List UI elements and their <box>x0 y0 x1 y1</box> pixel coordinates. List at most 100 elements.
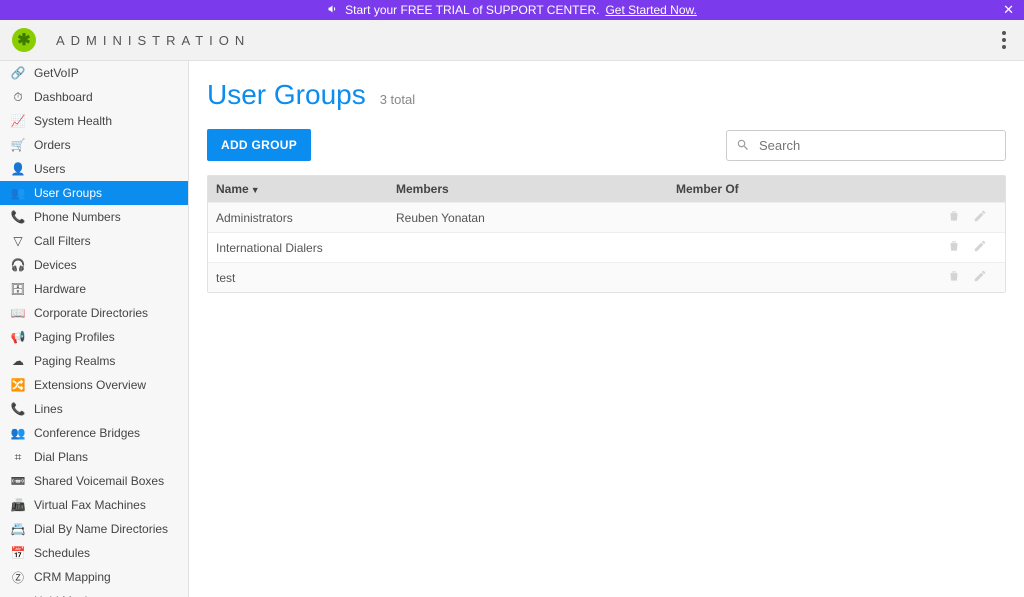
cell-members: Reuben Yonatan <box>388 205 668 231</box>
music-icon: ♫ <box>10 593 26 597</box>
sidebar-item-label: Dial Plans <box>34 450 88 464</box>
z-icon: Ⓩ <box>10 569 26 585</box>
sidebar-item-devices[interactable]: 🎧 Devices <box>0 253 188 277</box>
edit-icon[interactable] <box>973 209 987 226</box>
search-icon <box>736 138 750 152</box>
sidebar-item-schedules[interactable]: 📅Schedules <box>0 541 188 565</box>
sidebar-item-crm-mapping[interactable]: ⓏCRM Mapping <box>0 565 188 589</box>
sidebar-item-paging-profiles[interactable]: 📢 Paging Profiles <box>0 325 188 349</box>
cell-name: Administrators <box>208 205 388 231</box>
sidebar-item-label: Hardware <box>34 282 86 296</box>
megaphone-icon <box>327 3 339 18</box>
col-header-members[interactable]: Members <box>388 176 668 202</box>
sidebar-item-dashboard[interactable]: ⏱ Dashboard <box>0 85 188 109</box>
sidebar-item-label: Phone Numbers <box>34 210 121 224</box>
table-row[interactable]: International Dialers <box>208 232 1005 262</box>
filter-icon: ▽ <box>10 233 26 249</box>
table-row[interactable]: AdministratorsReuben Yonatan <box>208 202 1005 232</box>
sidebar-item-orders[interactable]: 🛒 Orders <box>0 133 188 157</box>
sidebar-item-user-groups[interactable]: 👥 User Groups <box>0 181 188 205</box>
server-icon: 🗄 <box>10 281 26 297</box>
sidebar-item-label: Dial By Name Directories <box>34 522 168 536</box>
megaphone-icon: 📢 <box>10 329 26 345</box>
brand-text: ADMINISTRATION <box>56 33 250 48</box>
gauge-icon: ⏱ <box>10 89 26 105</box>
main-content: User Groups 3 total ADD GROUP Name▼ Memb… <box>189 61 1024 597</box>
phone-icon: 📞 <box>10 401 26 417</box>
sidebar-item-label: User Groups <box>34 186 102 200</box>
fax-icon: 📠 <box>10 497 26 513</box>
sidebar-item-hold-music[interactable]: ♫Hold Music <box>0 589 188 597</box>
book-icon: 📖 <box>10 305 26 321</box>
sidebar-item-dial-by-name-directories[interactable]: 📇 Dial By Name Directories <box>0 517 188 541</box>
sidebar-item-label: System Health <box>34 114 112 128</box>
sidebar-item-label: Corporate Directories <box>34 306 148 320</box>
sidebar-item-getvoip[interactable]: 🔗GetVoIP <box>0 61 188 85</box>
sidebar-item-label: Paging Realms <box>34 354 115 368</box>
sidebar-item-virtual-fax-machines[interactable]: 📠 Virtual Fax Machines <box>0 493 188 517</box>
sort-caret-icon: ▼ <box>251 185 260 195</box>
banner-cta-link[interactable]: Get Started Now. <box>605 3 696 17</box>
cell-members <box>388 242 668 254</box>
search-input[interactable] <box>726 130 1006 161</box>
cart-icon: 🛒 <box>10 137 26 153</box>
sidebar-item-label: Lines <box>34 402 63 416</box>
sidebar-item-label: Paging Profiles <box>34 330 115 344</box>
directory-icon: 📇 <box>10 521 26 537</box>
add-group-button[interactable]: ADD GROUP <box>207 129 311 161</box>
table-header-row: Name▼ Members Member Of <box>208 176 1005 202</box>
link-icon: 🔗 <box>10 65 26 81</box>
sidebar-item-shared-voicemail-boxes[interactable]: 📼 Shared Voicemail Boxes <box>0 469 188 493</box>
sidebar-item-corporate-directories[interactable]: 📖 Corporate Directories <box>0 301 188 325</box>
sidebar-item-label: Orders <box>34 138 71 152</box>
sidebar-item-hardware[interactable]: 🗄 Hardware <box>0 277 188 301</box>
sidebar-item-dial-plans[interactable]: ⌗ Dial Plans <box>0 445 188 469</box>
cell-memberof <box>668 272 925 284</box>
edit-icon[interactable] <box>973 269 987 286</box>
calendar-icon: 📅 <box>10 545 26 561</box>
col-header-name[interactable]: Name▼ <box>208 176 388 202</box>
pulse-icon: 📈 <box>10 113 26 129</box>
cell-memberof <box>668 212 925 224</box>
sidebar-item-label: Virtual Fax Machines <box>34 498 146 512</box>
sidebar-item-label: Shared Voicemail Boxes <box>34 474 164 488</box>
cell-name: International Dialers <box>208 235 388 261</box>
sidebar-item-label: Extensions Overview <box>34 378 146 392</box>
sidebar-item-conference-bridges[interactable]: 👥 Conference Bridges <box>0 421 188 445</box>
cloud-icon: ☁ <box>10 353 26 369</box>
banner-text: Start your FREE TRIAL of SUPPORT CENTER. <box>345 3 599 17</box>
edit-icon[interactable] <box>973 239 987 256</box>
sidebar-item-label: Users <box>34 162 65 176</box>
sidebar-item-system-health[interactable]: 📈 System Health <box>0 109 188 133</box>
search-wrapper <box>726 130 1006 161</box>
sidebar-item-users[interactable]: 👤 Users <box>0 157 188 181</box>
table-row[interactable]: test <box>208 262 1005 292</box>
sidebar-item-label: Conference Bridges <box>34 426 140 440</box>
sidebar-item-paging-realms[interactable]: ☁ Paging Realms <box>0 349 188 373</box>
trash-icon[interactable] <box>947 209 961 226</box>
sidebar-item-label: Devices <box>34 258 77 272</box>
kebab-menu-icon[interactable] <box>996 25 1012 55</box>
cell-members <box>388 272 668 284</box>
trash-icon[interactable] <box>947 239 961 256</box>
users-icon: 👥 <box>10 185 26 201</box>
topbar: ✱ ADMINISTRATION <box>0 20 1024 61</box>
cell-memberof <box>668 242 925 254</box>
headset-icon: 🎧 <box>10 257 26 273</box>
group-icon: 👥 <box>10 425 26 441</box>
dialpad-icon: ⌗ <box>10 449 26 465</box>
col-header-memberof[interactable]: Member Of <box>668 176 925 202</box>
sidebar-item-phone-numbers[interactable]: 📞Phone Numbers <box>0 205 188 229</box>
trash-icon[interactable] <box>947 269 961 286</box>
voicemail-icon: 📼 <box>10 473 26 489</box>
sidebar-item-label: Call Filters <box>34 234 91 248</box>
sidebar: 🔗GetVoIP ⏱ Dashboard 📈 System Health 🛒 Orders 👤… <box>0 61 189 597</box>
user-icon: 👤 <box>10 161 26 177</box>
sidebar-item-call-filters[interactable]: ▽ Call Filters <box>0 229 188 253</box>
sidebar-item-extensions-overview[interactable]: 🔀 Extensions Overview <box>0 373 188 397</box>
sidebar-item-label: Dashboard <box>34 90 93 104</box>
close-icon[interactable]: ✕ <box>1003 2 1014 18</box>
sidebar-item-lines[interactable]: 📞 Lines <box>0 397 188 421</box>
user-groups-table: Name▼ Members Member Of AdministratorsRe… <box>207 175 1006 293</box>
branch-icon: 🔀 <box>10 377 26 393</box>
